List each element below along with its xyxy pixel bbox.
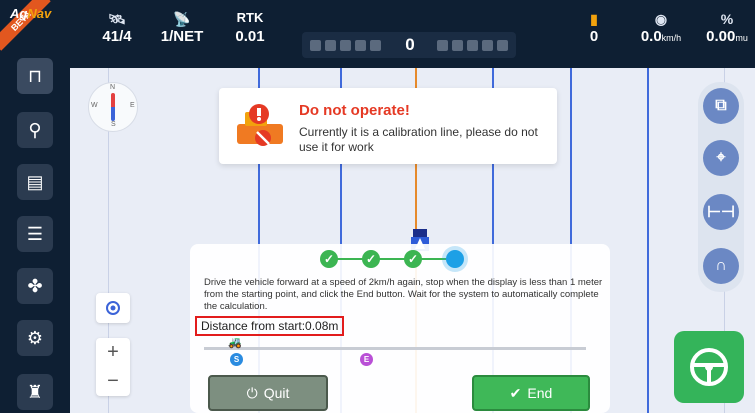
locate-icon bbox=[106, 301, 120, 315]
alert-title: Do not operate! bbox=[299, 102, 410, 119]
zoom-in-button[interactable]: + bbox=[96, 338, 130, 367]
instructions-text: Drive the vehicle forward at a speed of … bbox=[204, 277, 603, 312]
lightbar-segment bbox=[497, 40, 508, 51]
lightbar-segment bbox=[482, 40, 493, 51]
status-bar: BETA AgNav 🛰 41/4 📡 1/NET RTK 0.01 0 ▮ 0… bbox=[0, 0, 755, 68]
task-icon: ▤ bbox=[26, 171, 44, 192]
calibration-panel: ✓ ✓ ✓ Drive the vehicle forward at a spe… bbox=[190, 244, 610, 413]
signal-status: ▮ 0 bbox=[584, 10, 604, 45]
step-complete-icon: ✓ bbox=[362, 250, 380, 268]
operator-button[interactable]: ♜ bbox=[17, 374, 53, 410]
settings-sliders-icon: ☰ bbox=[26, 223, 44, 244]
zoom-out-button[interactable]: − bbox=[96, 367, 130, 396]
progress-track bbox=[204, 347, 586, 350]
lightbar-segment bbox=[310, 40, 321, 51]
implement-icon: ⊓ bbox=[27, 65, 43, 86]
zoom-control: + − bbox=[96, 338, 130, 396]
layers-icon: ⧉ bbox=[715, 97, 727, 114]
map-pin-icon: ⌖ bbox=[716, 149, 726, 166]
lightbar-segment bbox=[355, 40, 366, 51]
compass[interactable]: N S E W bbox=[88, 82, 138, 132]
warning-machine-icon bbox=[237, 104, 283, 146]
speedometer-icon: ◉ bbox=[654, 11, 668, 27]
ab-line-button[interactable]: ⊢⊣ bbox=[703, 194, 739, 230]
light-bar: 0 bbox=[302, 32, 516, 58]
rtk-status: RTK 0.01 bbox=[235, 10, 265, 45]
u-turn-button[interactable]: ∩ bbox=[703, 248, 739, 284]
step-complete-icon: ✓ bbox=[404, 250, 422, 268]
fan-button[interactable]: ✤ bbox=[17, 268, 53, 304]
power-icon: ⏻ bbox=[246, 384, 258, 401]
progress-line bbox=[329, 258, 455, 260]
ab-line-icon: ⊢⊣ bbox=[707, 204, 735, 221]
app-logo: AgNav bbox=[10, 6, 52, 21]
antenna-icon: 📡 bbox=[173, 11, 191, 27]
lightbar-segment bbox=[452, 40, 463, 51]
checkmark-icon: ✔ bbox=[509, 384, 522, 401]
lightbar-segment bbox=[325, 40, 336, 51]
network-status: 📡 1/NET bbox=[160, 11, 204, 45]
operator-icon: ♜ bbox=[26, 381, 44, 402]
layers-button[interactable]: ⧉ bbox=[703, 88, 739, 124]
guidance-line bbox=[647, 68, 649, 413]
field-icon: ⚲ bbox=[28, 119, 42, 140]
satellite-status: 🛰 41/4 bbox=[98, 10, 136, 45]
settings-sliders-button[interactable]: ☰ bbox=[17, 216, 53, 252]
satellite-icon: 🛰 bbox=[108, 11, 126, 27]
step-active-icon bbox=[446, 250, 464, 268]
percent-icon: % bbox=[720, 11, 734, 27]
u-turn-icon: ∩ bbox=[715, 257, 727, 274]
lightbar-segment bbox=[437, 40, 448, 51]
signal-bars-icon: ▮ bbox=[590, 11, 598, 27]
settings-button[interactable]: ⚙ bbox=[17, 320, 53, 356]
step-complete-icon: ✓ bbox=[320, 250, 338, 268]
task-button[interactable]: ▤ bbox=[17, 164, 53, 200]
lightbar-segment bbox=[340, 40, 351, 51]
locate-button[interactable] bbox=[96, 293, 130, 323]
tool-column: ⧉ ⌖ ⊢⊣ ∩ bbox=[698, 82, 744, 292]
speed-status: ◉ 0.0km/h bbox=[636, 10, 686, 45]
sidebar: ⊓ ⚲ ▤ ☰ ✤ ⚙ ♜ bbox=[0, 58, 70, 413]
start-marker: S bbox=[230, 353, 243, 366]
area-rate-status: % 0.00mu bbox=[704, 10, 750, 45]
quit-button[interactable]: ⏻ Quit bbox=[208, 375, 328, 411]
lightbar-segment bbox=[467, 40, 478, 51]
alert-message: Currently it is a calibration line, plea… bbox=[299, 125, 538, 154]
end-button[interactable]: ✔ End bbox=[472, 375, 590, 411]
field-button[interactable]: ⚲ bbox=[17, 112, 53, 148]
screen: BETA AgNav 🛰 41/4 📡 1/NET RTK 0.01 0 ▮ 0… bbox=[0, 0, 755, 413]
calibration-warning: Do not operate! Currently it is a calibr… bbox=[219, 88, 557, 164]
end-marker: E bbox=[360, 353, 373, 366]
fan-icon: ✤ bbox=[27, 275, 43, 296]
implement-button[interactable]: ⊓ bbox=[17, 58, 53, 94]
tractor-icon: 🚜 bbox=[228, 337, 242, 349]
lightbar-segment bbox=[370, 40, 381, 51]
auto-steer-button[interactable] bbox=[674, 331, 744, 403]
compass-needle-icon bbox=[111, 93, 115, 121]
gear-icon: ⚙ bbox=[26, 327, 44, 348]
distance-from-start: Distance from start:0.08m bbox=[195, 316, 345, 336]
steering-wheel-icon bbox=[690, 348, 728, 386]
map-pin-button[interactable]: ⌖ bbox=[703, 140, 739, 176]
cross-track-offset: 0 bbox=[405, 35, 415, 54]
